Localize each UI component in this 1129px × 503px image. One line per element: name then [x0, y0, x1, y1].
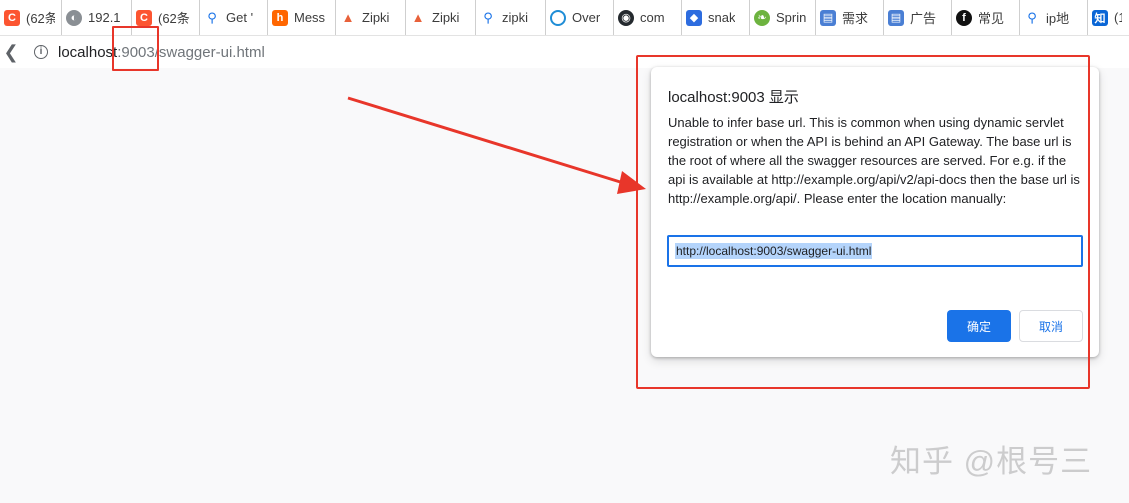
annotation-box-dialog	[636, 55, 1090, 389]
annotation-arrow-line	[347, 96, 631, 187]
watermark: 知乎 @根号三	[890, 444, 1093, 479]
